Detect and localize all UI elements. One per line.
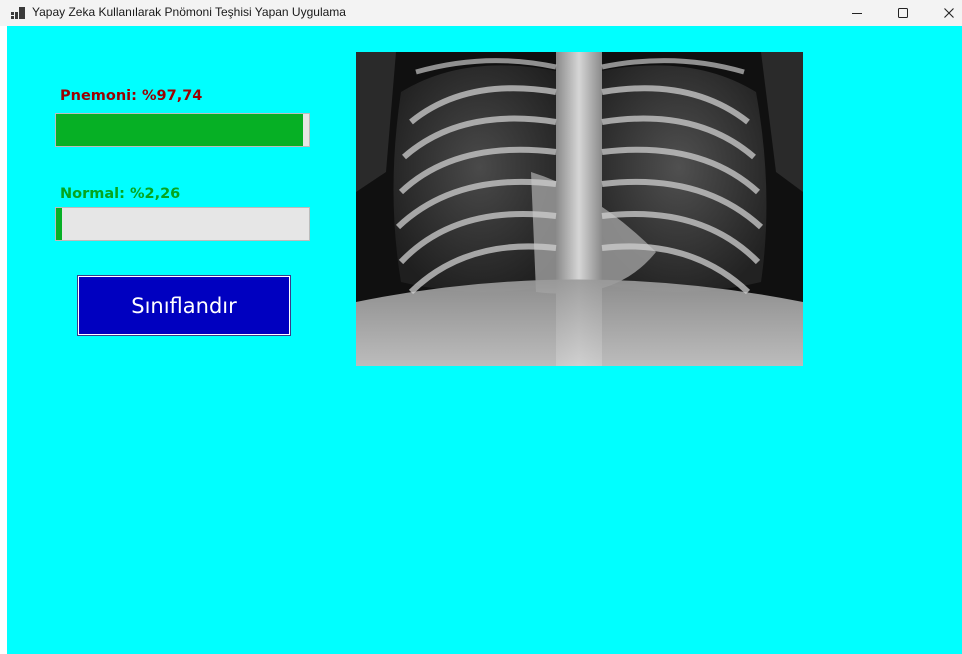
close-button[interactable]: [926, 0, 962, 26]
maximize-icon: [898, 8, 908, 18]
close-icon: [944, 8, 954, 18]
xray-image[interactable]: [356, 52, 803, 366]
normal-progress-bar: [55, 207, 310, 241]
classify-button[interactable]: Sınıflandır: [78, 276, 290, 335]
pneumonia-label: Pnemoni: %97,74: [60, 88, 203, 104]
title-bar: Yapay Zeka Kullanılarak Pnömoni Teşhisi …: [0, 0, 962, 26]
minimize-icon: [852, 13, 862, 14]
main-form: Pnemoni: %97,74 Normal: %2,26 Sınıflandı…: [7, 26, 962, 654]
minimize-button[interactable]: [834, 0, 880, 26]
chest-xray-picture: [356, 52, 803, 366]
app-icon: [11, 7, 25, 19]
normal-label: Normal: %2,26: [60, 186, 181, 202]
window-title: Yapay Zeka Kullanılarak Pnömoni Teşhisi …: [32, 5, 346, 19]
pneumonia-progress-bar: [55, 113, 310, 147]
pneumonia-progress-fill: [56, 114, 304, 146]
maximize-button[interactable]: [880, 0, 926, 26]
normal-progress-fill: [56, 208, 62, 240]
